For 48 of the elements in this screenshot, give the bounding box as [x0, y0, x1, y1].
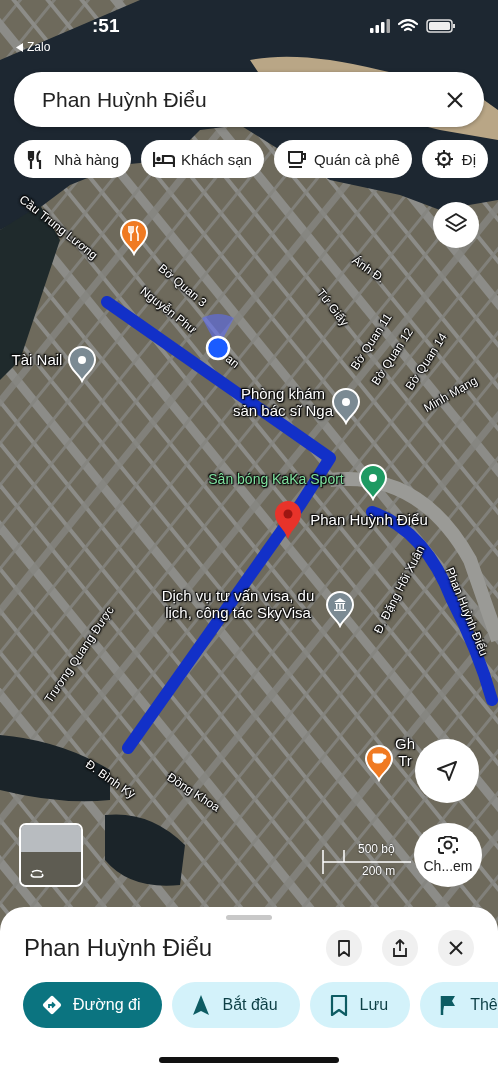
back-to-app-link[interactable]: Zalo [16, 40, 51, 54]
bookmark-icon [335, 939, 353, 957]
building-pin-icon[interactable] [325, 590, 355, 630]
close-icon[interactable] [446, 90, 464, 109]
wheel-icon [433, 149, 456, 169]
save-button[interactable] [326, 930, 362, 966]
pin-icon[interactable] [273, 500, 303, 540]
action-chip[interactable]: Thê [420, 982, 498, 1028]
action-chip[interactable]: Đường đi [23, 982, 163, 1028]
street-label: an [222, 352, 242, 372]
category-chip[interactable]: Khách sạn [141, 140, 264, 178]
dot-pin-icon[interactable] [331, 387, 361, 427]
photo-placeholder [21, 825, 81, 885]
share-button[interactable] [382, 930, 418, 966]
category-chip[interactable]: Nhà hàng [14, 140, 132, 178]
place-label: Tài Nail [11, 351, 63, 369]
street-label: Minh Mạng [421, 374, 481, 416]
dot-pin-icon[interactable] [67, 345, 97, 385]
status-time: :51 [92, 15, 120, 37]
scale-label: 500 bộ [358, 842, 395, 856]
place-label: Gh Tr [395, 734, 415, 770]
category-chip[interactable]: Quán cà phê [273, 140, 412, 178]
cup-pin-icon[interactable] [364, 744, 394, 784]
close-icon [447, 939, 465, 957]
scale-label: 200 m [362, 864, 396, 878]
search-field[interactable]: Phan Huỳnh Điểu [14, 72, 484, 127]
camera-icon [437, 836, 459, 856]
street-label: Đ. Bình Kỳ [82, 757, 138, 803]
wifi-icon [398, 19, 418, 33]
street-label: Ánh Đ. [349, 253, 387, 287]
share-icon [391, 939, 409, 957]
navigation-arrow-icon [436, 760, 458, 782]
close-button[interactable] [438, 930, 474, 966]
fork-knife-pin-icon[interactable] [119, 218, 149, 258]
battery-icon [426, 19, 456, 33]
signal-icon [370, 19, 390, 33]
rotate-icon [29, 869, 45, 879]
drag-handle[interactable] [226, 915, 272, 920]
back-triangle-icon [16, 42, 24, 52]
action-chip[interactable]: Bắt đầu [172, 982, 300, 1028]
action-chip[interactable]: Lưu [309, 982, 411, 1028]
place-title: Phan Huỳnh Điểu [24, 934, 214, 962]
layers-button[interactable] [433, 202, 479, 248]
dot-pin-icon[interactable] [358, 463, 388, 503]
bed-icon [153, 149, 176, 169]
street-view-thumbnail[interactable] [19, 823, 83, 887]
cup-icon [285, 149, 308, 169]
street-label: Phan Huỳnh Điểu [442, 565, 490, 659]
